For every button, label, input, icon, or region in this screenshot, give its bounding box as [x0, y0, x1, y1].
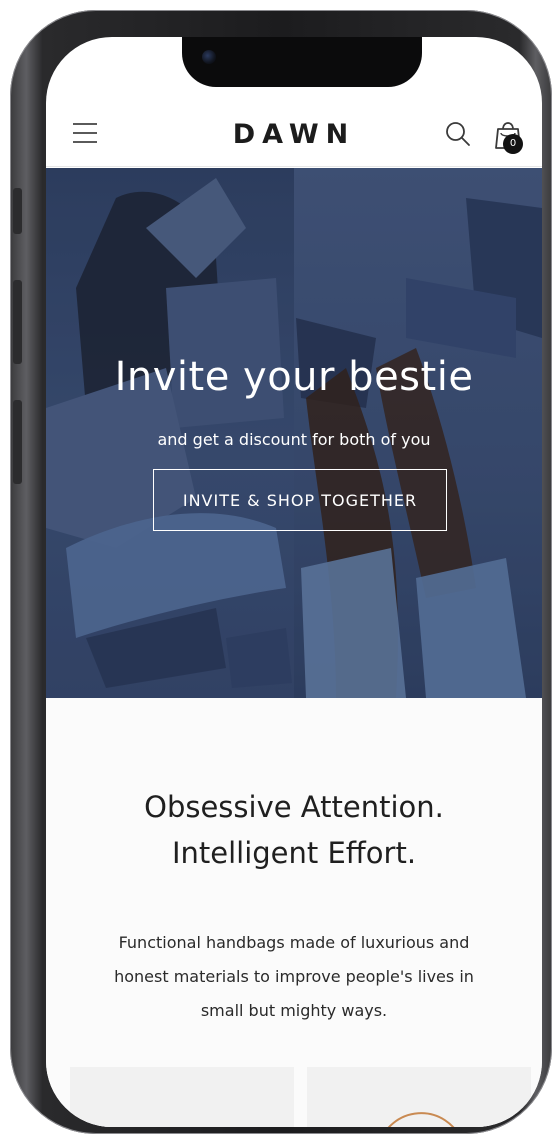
intro-body-line-3: small but mighty ways. [200, 1001, 388, 1020]
product-card-image [388, 1112, 455, 1127]
intro-heading: Obsessive Attention. Intelligent Effort. [46, 784, 542, 876]
intro-heading-line-1: Obsessive Attention. [144, 790, 444, 824]
side-button-volume-down [13, 400, 22, 484]
intro-section: Obsessive Attention. Intelligent Effort.… [46, 698, 542, 1127]
notch [182, 37, 422, 87]
product-card-right[interactable] [307, 1067, 531, 1127]
product-card-left[interactable] [70, 1067, 294, 1127]
invite-shop-button[interactable]: INVITE & SHOP TOGETHER [153, 469, 447, 531]
brand-logo[interactable]: DAWN [204, 119, 384, 150]
phone-frame: DAWN 0 Invite your bestie and get a disc… [10, 10, 552, 1134]
cart-count-badge: 0 [503, 134, 523, 154]
hero-subtitle: and get a discount for both of you [157, 430, 431, 449]
search-icon[interactable] [444, 120, 472, 148]
hero-banner: Invite your bestie and get a discount fo… [46, 168, 542, 698]
side-button-mute [13, 188, 22, 234]
intro-heading-line-2: Intelligent Effort. [171, 836, 417, 870]
hero-title: Invite your bestie [114, 354, 474, 400]
front-camera [202, 50, 216, 64]
menu-icon[interactable] [73, 123, 97, 143]
side-button-volume-up [13, 280, 22, 364]
phone-screen: DAWN 0 Invite your bestie and get a disc… [46, 37, 542, 1127]
intro-body-line-1: Functional handbags made of luxurious an… [118, 933, 470, 952]
intro-body: Functional handbags made of luxurious an… [66, 926, 522, 1028]
intro-body-line-2: honest materials to improve people's liv… [114, 967, 474, 986]
site-header: DAWN 0 [46, 103, 542, 167]
